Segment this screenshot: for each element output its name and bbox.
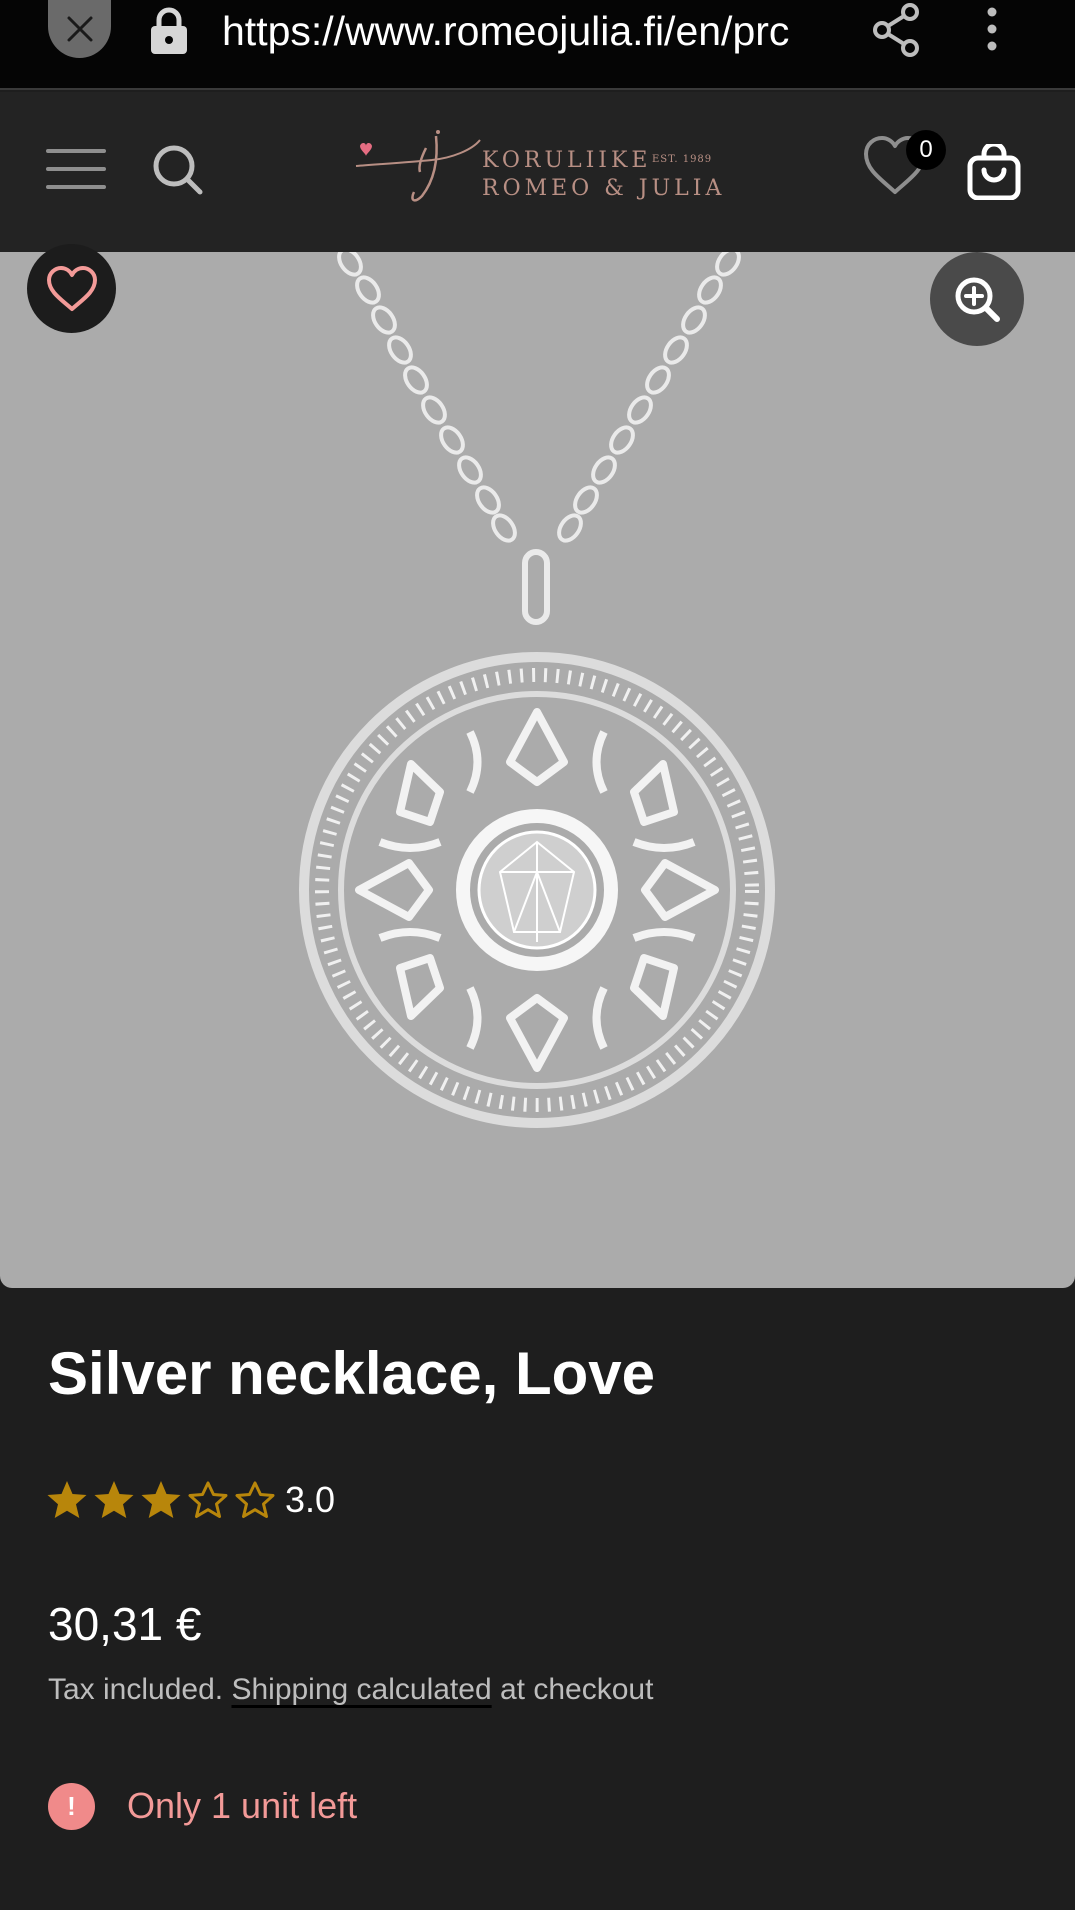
tax-included-text: Tax included.	[48, 1673, 224, 1706]
star-empty-icon	[188, 1481, 228, 1518]
close-tab-button[interactable]	[48, 0, 111, 58]
product-price: 30,31 €	[48, 1598, 202, 1650]
site-header: KORULIIKE EST. 1989 ROMEO & JULIA 0	[0, 92, 1075, 252]
star-filled-icon	[141, 1481, 181, 1518]
page: https://www.romeojulia.fi/en/prc KORULII…	[0, 0, 1075, 1910]
tax-shipping-note: Tax included. Shipping calculated at che…	[48, 1670, 653, 1710]
star-filled-icon	[47, 1481, 87, 1518]
share-icon[interactable]	[870, 2, 922, 58]
zoom-in-icon	[955, 277, 1000, 322]
zoom-image-button[interactable]	[930, 252, 1024, 346]
menu-icon[interactable]	[46, 146, 106, 192]
logo-est: EST. 1989	[652, 154, 713, 165]
url-text[interactable]: https://www.romeojulia.fi/en/prc	[222, 6, 832, 56]
product-image[interactable]	[0, 252, 1075, 1288]
wishlist-count-badge: 0	[906, 130, 946, 170]
rating-value: 3.0	[285, 1479, 336, 1520]
browser-url-bar: https://www.romeojulia.fi/en/prc	[0, 0, 1075, 90]
shipping-calculated-link[interactable]: Shipping calculated	[231, 1673, 491, 1706]
star-empty-icon	[235, 1481, 275, 1518]
site-logo[interactable]: KORULIIKE EST. 1989 ROMEO & JULIA	[352, 126, 722, 216]
necklace-pendant-image	[299, 252, 775, 1128]
logo-line2: ROMEO & JULIA	[482, 176, 726, 201]
stock-status-text: Only 1 unit left	[127, 1785, 358, 1826]
product-rating[interactable]: 3.0	[46, 1474, 335, 1526]
lock-icon	[151, 7, 187, 54]
star-filled-icon	[94, 1481, 134, 1518]
logo-monogram	[355, 130, 481, 202]
cart-icon[interactable]	[966, 144, 1022, 200]
close-icon	[67, 16, 92, 42]
add-to-wishlist-button[interactable]	[27, 244, 116, 333]
more-vert-icon[interactable]	[980, 4, 1004, 54]
at-checkout-text: at checkout	[499, 1673, 654, 1706]
heart-outline-icon	[46, 265, 97, 311]
alert-icon: !	[48, 1782, 95, 1830]
product-title: Silver necklace, Love	[48, 1340, 656, 1407]
stock-status: ! Only 1 unit left	[48, 1778, 357, 1834]
logo-line1: KORULIIKE	[482, 148, 652, 173]
search-icon[interactable]	[150, 142, 206, 198]
